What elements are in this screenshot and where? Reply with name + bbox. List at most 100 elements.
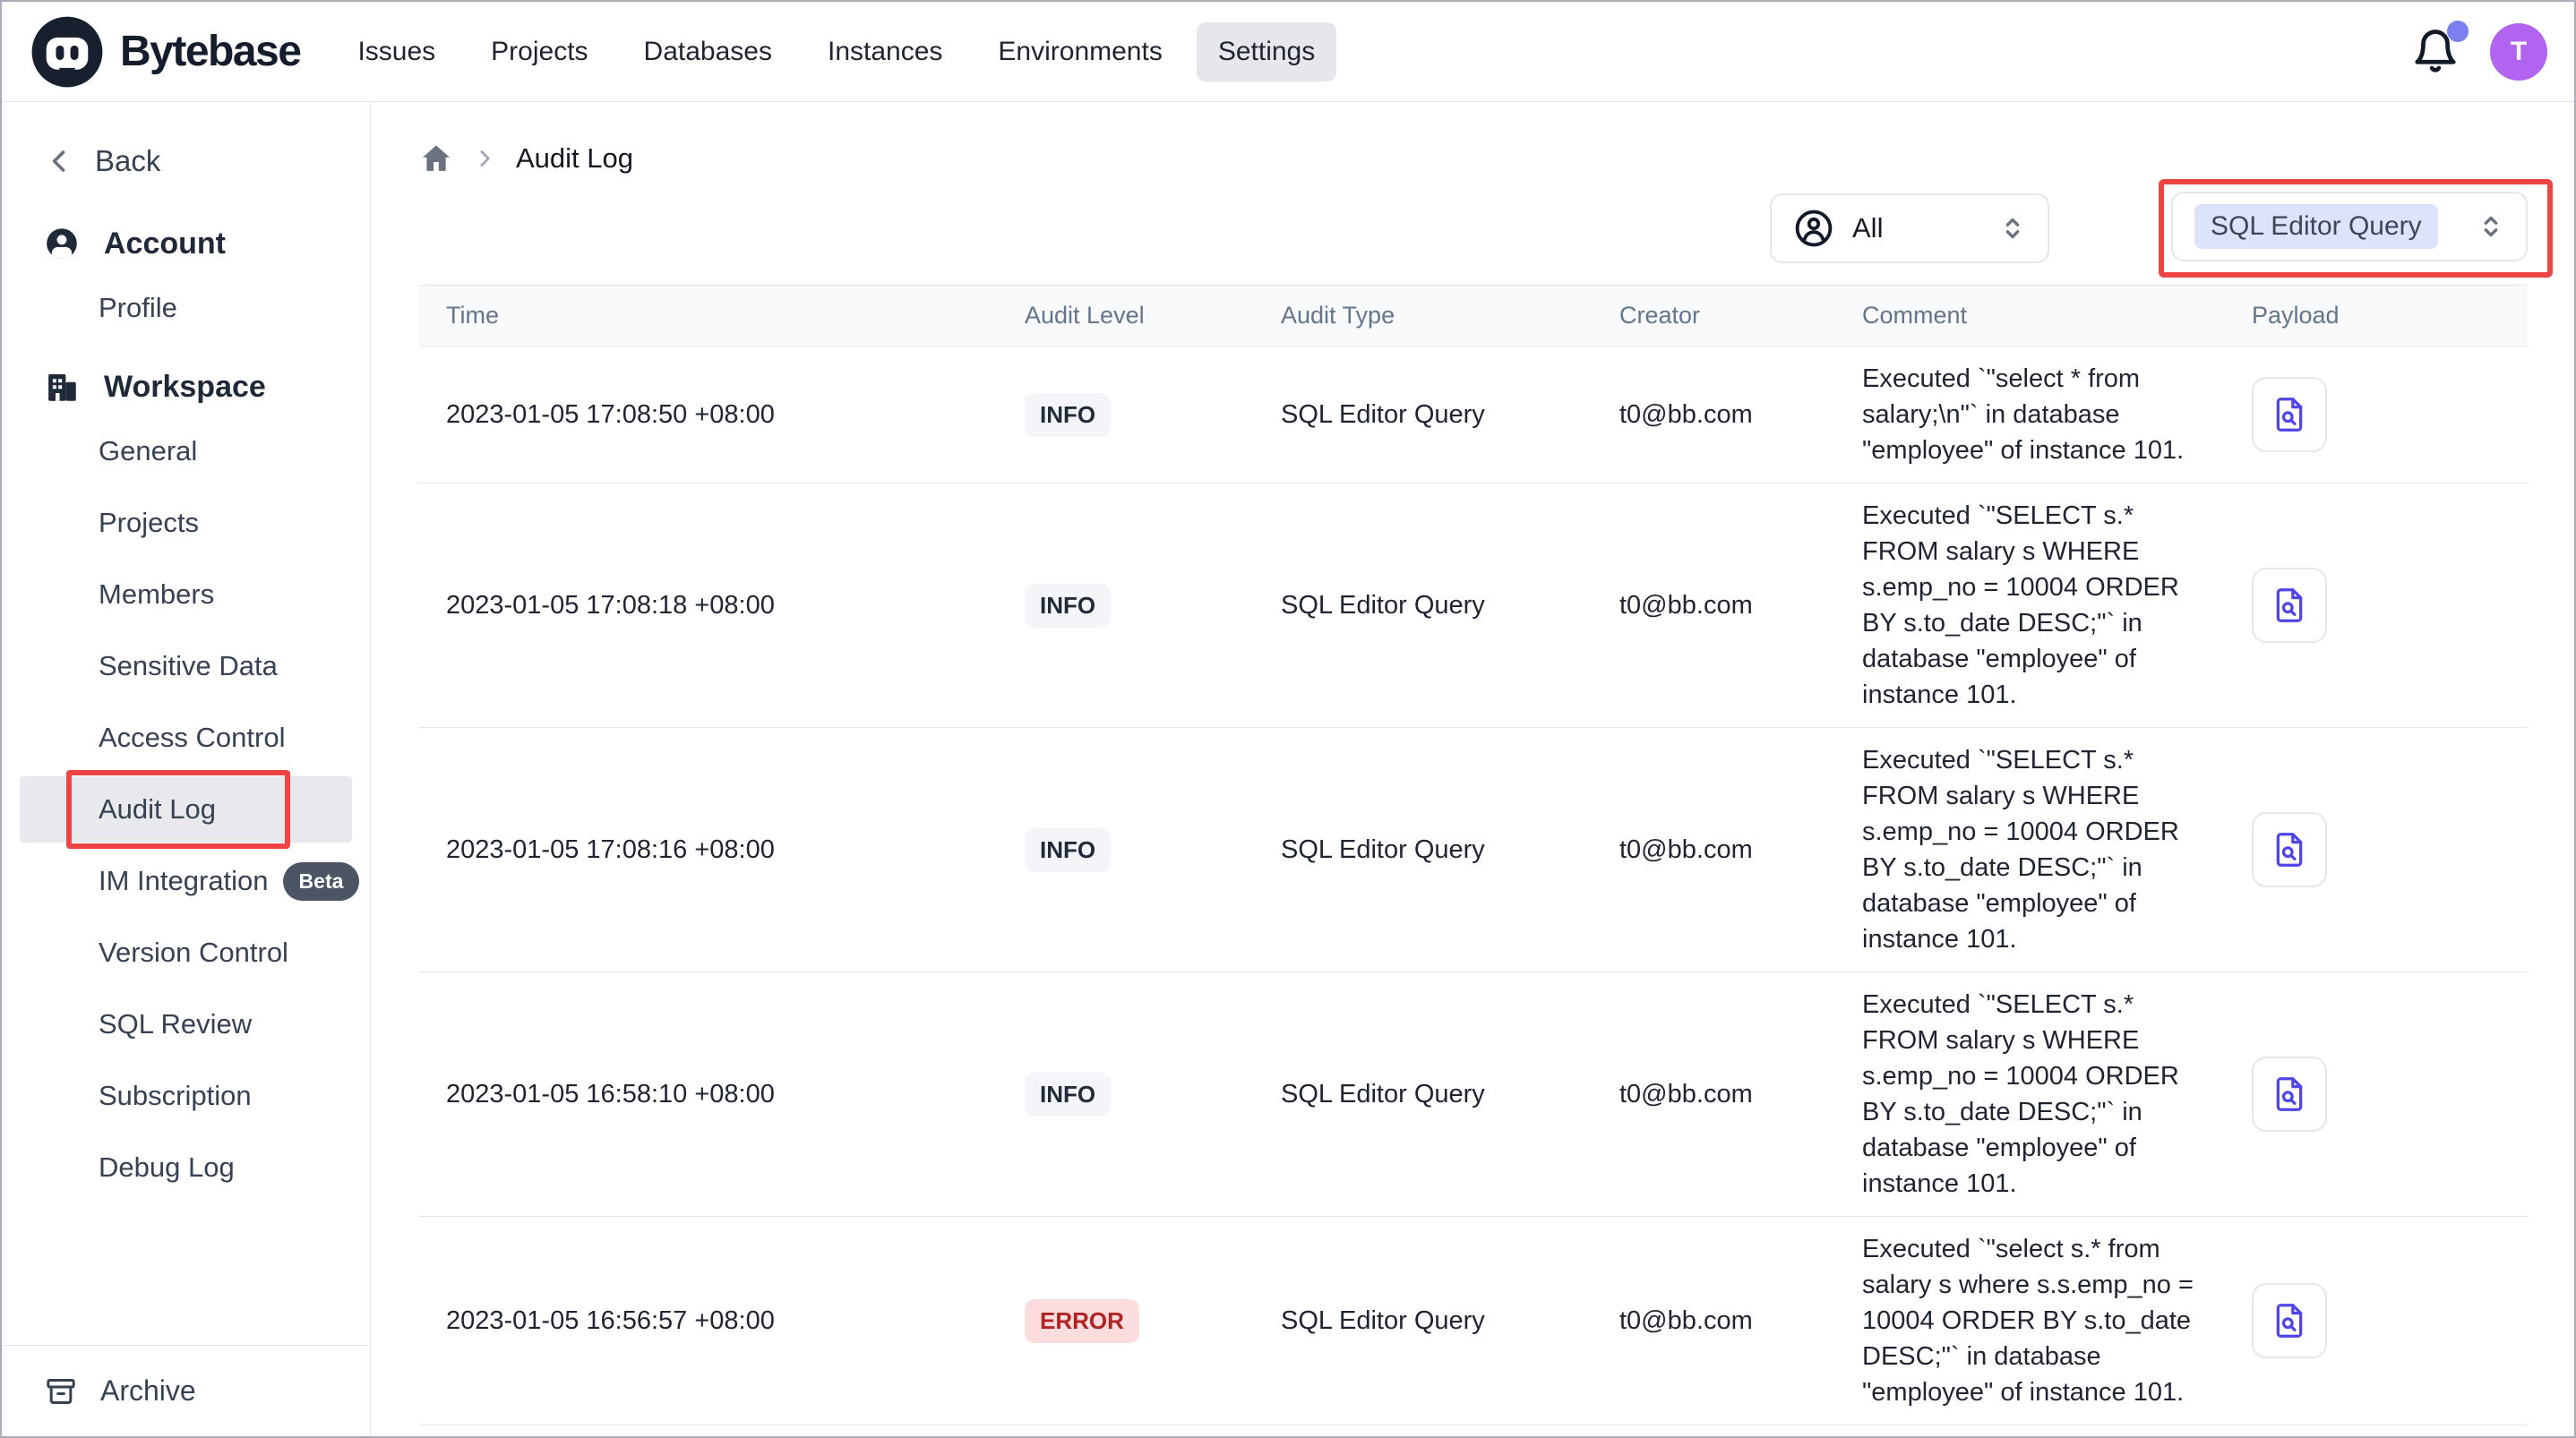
- column-header-audit-level: Audit Level: [998, 302, 1254, 330]
- cell-audit-type: SQL Editor Query: [1254, 1306, 1593, 1336]
- cell-time: 2023-01-05 17:08:16 +08:00: [419, 835, 998, 865]
- cell-audit-level: INFO: [998, 393, 1254, 437]
- nav-link-environments[interactable]: Environments: [976, 22, 1183, 81]
- sidebar-item-sql-review[interactable]: SQL Review: [2, 989, 370, 1060]
- sidebar-item-subscription[interactable]: Subscription: [2, 1060, 370, 1132]
- audit-type-filter-select[interactable]: SQL Editor Query: [2171, 192, 2528, 261]
- building-icon: [43, 368, 81, 406]
- file-search-icon: [2269, 394, 2310, 435]
- sidebar-group-account: Account Profile: [2, 215, 370, 344]
- file-search-icon: [2269, 1300, 2310, 1341]
- nav-link-instances[interactable]: Instances: [806, 22, 964, 81]
- filter-bar: All SQL Editor Query: [419, 193, 2528, 263]
- chevron-left-icon: [45, 146, 75, 176]
- cell-time: 2023-01-05 17:08:50 +08:00: [419, 400, 998, 430]
- level-badge: INFO: [1025, 1073, 1111, 1117]
- bytebase-logo[interactable]: Bytebase: [29, 13, 300, 90]
- sidebar-item-profile[interactable]: Profile: [2, 272, 370, 344]
- cell-creator: t0@bb.com: [1593, 1306, 1835, 1336]
- sidebar-item-sensitive-data[interactable]: Sensitive Data: [2, 630, 370, 702]
- table-row: 2023-01-05 13:32:52 +08:00 INFO SQL Edit…: [419, 1425, 2528, 1438]
- group-header-workspace: Workspace: [2, 358, 370, 415]
- file-search-icon: [2269, 829, 2310, 870]
- bytebase-logo-icon: [29, 13, 106, 90]
- cell-payload: [2225, 812, 2530, 887]
- sidebar-item-projects[interactable]: Projects: [2, 487, 370, 559]
- sidebar-item-version-control[interactable]: Version Control: [2, 917, 370, 989]
- creator-filter-select[interactable]: All: [1770, 193, 2049, 263]
- cell-audit-type: SQL Editor Query: [1254, 591, 1593, 621]
- cell-audit-type: SQL Editor Query: [1254, 835, 1593, 865]
- sidebar-item-audit-log[interactable]: Audit Log: [2, 774, 370, 845]
- cell-creator: t0@bb.com: [1593, 835, 1835, 865]
- column-header-payload: Payload: [2225, 302, 2530, 330]
- nav-link-settings[interactable]: Settings: [1197, 22, 1336, 81]
- back-button[interactable]: Back: [2, 134, 370, 188]
- sidebar-item-members[interactable]: Members: [2, 559, 370, 630]
- cell-time: 2023-01-05 16:58:10 +08:00: [419, 1080, 998, 1109]
- beta-badge: Beta: [283, 862, 360, 901]
- audit-type-filter-value: SQL Editor Query: [2194, 204, 2438, 249]
- cell-comment: Executed `"select s.* from salary s wher…: [1835, 1231, 2225, 1410]
- nav-link-databases[interactable]: Databases: [623, 22, 794, 81]
- main-nav-links: IssuesProjectsDatabasesInstancesEnvironm…: [336, 22, 1336, 81]
- notifications-bell-icon[interactable]: [2411, 28, 2460, 76]
- cell-audit-level: ERROR: [998, 1299, 1254, 1343]
- table-row: 2023-01-05 17:08:18 +08:00 INFO SQL Edit…: [419, 484, 2528, 728]
- back-label: Back: [95, 144, 160, 178]
- cell-time: 2023-01-05 16:56:57 +08:00: [419, 1306, 998, 1336]
- cell-creator: t0@bb.com: [1593, 400, 1835, 430]
- up-down-chevron-icon: [2476, 211, 2506, 242]
- sidebar-item-archive[interactable]: Archive: [2, 1345, 370, 1436]
- table-row: 2023-01-05 17:08:16 +08:00 INFO SQL Edit…: [419, 728, 2528, 972]
- user-circle-filled-icon: [43, 225, 81, 262]
- cell-payload: [2225, 568, 2530, 643]
- cell-audit-level: INFO: [998, 828, 1254, 872]
- level-badge: INFO: [1025, 393, 1111, 437]
- sidebar-item-im-integration[interactable]: IM Integration Beta: [2, 845, 370, 917]
- cell-audit-type: SQL Editor Query: [1254, 1080, 1593, 1109]
- cell-audit-level: INFO: [998, 1073, 1254, 1117]
- home-icon[interactable]: [419, 141, 453, 175]
- up-down-chevron-icon: [1997, 213, 2028, 244]
- audit-log-table: Time Audit Level Audit Type Creator Comm…: [419, 285, 2528, 1438]
- view-payload-button[interactable]: [2252, 1283, 2327, 1358]
- cell-comment: Executed `"SELECT s.* FROM salary s WHER…: [1835, 498, 2225, 713]
- view-payload-button[interactable]: [2252, 812, 2327, 887]
- table-header-row: Time Audit Level Audit Type Creator Comm…: [419, 286, 2528, 347]
- cell-comment: Executed `"SELECT s.* FROM salary s WHER…: [1835, 742, 2225, 957]
- nav-right: T: [2411, 23, 2547, 81]
- table-row: 2023-01-05 16:56:57 +08:00 ERROR SQL Edi…: [419, 1217, 2528, 1425]
- view-payload-button[interactable]: [2252, 377, 2327, 452]
- view-payload-button[interactable]: [2252, 568, 2327, 643]
- breadcrumb: Audit Log: [419, 141, 2528, 175]
- file-search-icon: [2269, 1074, 2310, 1115]
- archive-label: Archive: [100, 1374, 196, 1408]
- nav-link-issues[interactable]: Issues: [336, 22, 457, 81]
- cell-payload: [2225, 1283, 2530, 1358]
- cell-creator: t0@bb.com: [1593, 1080, 1835, 1109]
- app-window: Bytebase IssuesProjectsDatabasesInstance…: [0, 0, 2576, 1438]
- archive-icon: [43, 1374, 79, 1409]
- sidebar-item-access-control[interactable]: Access Control: [2, 702, 370, 774]
- column-header-comment: Comment: [1835, 302, 2225, 330]
- table-row: 2023-01-05 16:58:10 +08:00 INFO SQL Edit…: [419, 972, 2528, 1217]
- nav-link-projects[interactable]: Projects: [469, 22, 609, 81]
- cell-payload: [2225, 377, 2530, 452]
- group-header-account: Account: [2, 215, 370, 272]
- sidebar-group-workspace: Workspace General Projects Members Sensi…: [2, 358, 370, 1203]
- annotation-box-type-filter: SQL Editor Query: [2159, 179, 2553, 278]
- cell-creator: t0@bb.com: [1593, 591, 1835, 621]
- settings-sidebar: Back Account Profile: [2, 102, 371, 1436]
- creator-filter-value: All: [1852, 212, 1883, 244]
- sidebar-item-debug-log[interactable]: Debug Log: [2, 1132, 370, 1203]
- column-header-creator: Creator: [1593, 302, 1835, 330]
- view-payload-button[interactable]: [2252, 1057, 2327, 1132]
- cell-comment: Executed `"select * from salary;\n"` in …: [1835, 361, 2225, 468]
- column-header-audit-type: Audit Type: [1254, 302, 1593, 330]
- level-badge: ERROR: [1025, 1299, 1139, 1343]
- cell-audit-type: SQL Editor Query: [1254, 400, 1593, 430]
- sidebar-item-general[interactable]: General: [2, 415, 370, 487]
- avatar[interactable]: T: [2490, 23, 2547, 81]
- top-nav: Bytebase IssuesProjectsDatabasesInstance…: [2, 2, 2574, 102]
